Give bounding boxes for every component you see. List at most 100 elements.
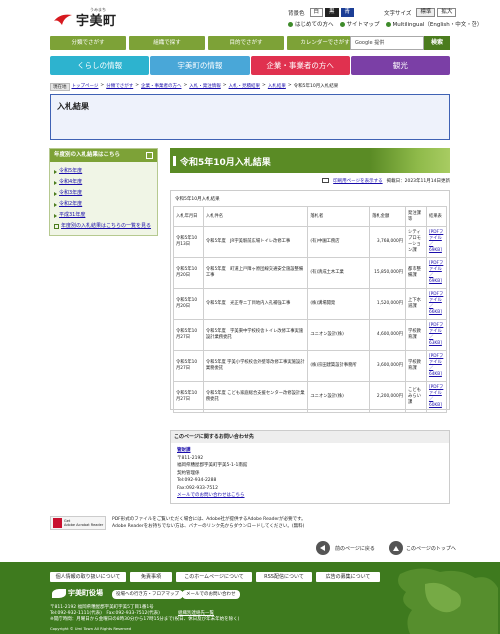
pdf-link[interactable]: [PDFファイル／69KB]	[425, 257, 448, 289]
cell-dept: 学校教育課	[405, 319, 427, 351]
footer-ad-button[interactable]: 広告の募集について	[316, 572, 380, 582]
sidebar-heading: 年度別の入札結果はこちら	[50, 149, 157, 162]
triangle-icon	[54, 180, 57, 185]
bg-white-button[interactable]: 白	[309, 8, 324, 17]
leaf-decoration	[370, 148, 450, 173]
site-header: 宇美町 うみまち 背景色 白 黒 青 文字サイズ 標準 拡大 はじめての方へ サ…	[0, 0, 500, 34]
cell-winner: (株)溝場開発	[307, 288, 371, 320]
breadcrumb-item[interactable]: トップページ	[72, 83, 99, 91]
cell-dept: こどもみらい課	[405, 381, 427, 413]
search-button[interactable]: 検索	[424, 36, 450, 50]
mail-contact-button[interactable]: メールでのお問い合わせ	[182, 590, 240, 599]
expand-icon[interactable]	[146, 152, 153, 159]
cell-amount: 4,600,000円	[369, 319, 407, 351]
cell-title: 令和5年度 光正寺ニ丁目地内入孔補強工事	[202, 288, 309, 320]
triangle-icon	[54, 191, 57, 196]
triangle-icon	[54, 202, 57, 207]
logo-kana: うみまち	[90, 7, 106, 12]
nav-tab-category[interactable]: 分類でさがす	[50, 36, 126, 50]
cell-title: 令和5年度 JR宇美駅前広場トイレ改修工事	[202, 226, 309, 258]
main-title: 令和5年10月入札結果	[180, 158, 271, 168]
cell-date: 令和5年10月20日	[173, 288, 204, 320]
cell-title: 令和5年度 町道上戸障ヶ原団線交通安全施設整備工事	[202, 257, 309, 289]
cell-winner: ユニオン設計(株)	[307, 319, 371, 351]
bg-blue-button[interactable]: 青	[340, 8, 355, 17]
pdf-link[interactable]: [PDFファイル／66KB]	[425, 288, 448, 320]
acrobat-note-line1: PDF形式のファイルをご覧いただく場合には、Adobe社が提供するAdobe R…	[112, 517, 306, 522]
bg-black-button[interactable]: 黒	[325, 8, 339, 17]
cell-winner: ユニオン設計(株)	[307, 381, 371, 413]
triangle-icon	[54, 169, 57, 174]
sidebar-item-h31[interactable]: 平成31年度	[54, 210, 153, 221]
access-map-button[interactable]: 役場への行き方・フロアマップ	[112, 590, 183, 599]
multilingual-link[interactable]: Multilingual（English・中文・한）	[385, 20, 482, 28]
cell-winner: (有)中園工務店	[307, 226, 371, 258]
breadcrumb-item[interactable]: 入札・見積結果	[229, 83, 261, 91]
cell-amount: 1,520,000円	[369, 288, 407, 320]
print-row: 印刷用ページを表示する 掲載日：2023年11月14日更新	[170, 178, 450, 184]
acrobat-icon	[53, 518, 62, 528]
col-date: 入札年月日	[173, 206, 204, 227]
back-link[interactable]: 前のページに戻る	[335, 545, 375, 552]
table-row: 令和5年10月27日 令和5年度 宇美東中学校校舎トイレ改修工事実施設計業務委託…	[173, 319, 448, 351]
sidebar-more-link[interactable]: 年度別の入札結果はこちらの一覧を見る	[54, 221, 153, 232]
pdf-link[interactable]: [PDFファイル／64KB]	[425, 350, 448, 382]
table-row: 令和5年10月27日 令和5年度 宇美小学校校舎外壁等改修工事実施設計業務委託 …	[173, 350, 448, 382]
header-links: はじめての方へ サイトマップ Multilingual（English・中文・한…	[288, 20, 482, 28]
up-arrow-icon[interactable]	[389, 541, 403, 555]
category-town-info[interactable]: 宇美町の情報	[150, 56, 250, 75]
text-size-normal-button[interactable]: 標準	[416, 8, 436, 17]
print-link[interactable]: 印刷用ページを表示する	[333, 178, 382, 184]
breadcrumb-item[interactable]: 企業・事業者の方へ	[141, 83, 182, 91]
inquiry-mail-link[interactable]: メールでのお問い合わせはこちら	[177, 492, 443, 500]
sidebar-item-r4[interactable]: 令和4年度	[54, 177, 153, 188]
first-visit-link[interactable]: はじめての方へ	[288, 20, 334, 28]
category-bar: くらしの情報 宇美町の情報 企業・事業者の方へ 観光	[50, 56, 450, 75]
sidebar-item-r3[interactable]: 令和3年度	[54, 188, 153, 199]
category-business[interactable]: 企業・事業者の方へ	[250, 56, 350, 75]
arrow-icon	[339, 21, 345, 27]
footer-rss-button[interactable]: RSS配信について	[256, 572, 312, 582]
breadcrumb-item[interactable]: 入札・発注情報	[189, 83, 221, 91]
footer-privacy-button[interactable]: 個人情報の取り扱いについて	[50, 572, 126, 582]
title-accent	[173, 156, 176, 166]
page-top-link[interactable]: このページのトップへ	[406, 545, 456, 552]
breadcrumb-item[interactable]: 入札結果	[268, 83, 286, 91]
footer-disclaimer-button[interactable]: 免責事項	[130, 572, 172, 582]
category-living[interactable]: くらしの情報	[50, 56, 150, 75]
cell-date: 令和5年10月13日	[173, 226, 204, 258]
site-logo[interactable]: 宇美町 うみまち	[52, 7, 117, 30]
back-arrow-icon[interactable]	[316, 541, 330, 555]
town-emblem-icon	[52, 588, 66, 598]
main-title-bar: 令和5年10月入札結果	[170, 148, 450, 173]
breadcrumb-here-label: 現在地	[50, 83, 70, 91]
cell-date: 令和5年10月27日	[173, 350, 204, 382]
cell-date: 令和5年10月27日	[173, 319, 204, 351]
category-tourism[interactable]: 観光	[350, 56, 450, 75]
sidebar-item-r5[interactable]: 令和5年度	[54, 166, 153, 177]
inquiry-dept-link[interactable]: 管財課	[177, 447, 443, 455]
acrobat-reader-banner[interactable]: Get Adobe Acrobat Reader	[50, 516, 106, 530]
cell-winner: (株)宗田建築設計事務所	[307, 350, 371, 382]
nav-tab-organization[interactable]: 組織で探す	[129, 36, 205, 50]
acrobat-note-line2: Adobe Readerをお持ちでない方は、バナーのリンク先からダウンロードして…	[112, 524, 305, 529]
nav-tab-purpose[interactable]: 目的でさがす	[208, 36, 284, 50]
cell-title: 令和5年度 こども家庭総合支援センター改修設計業務委託	[202, 381, 309, 413]
footer-about-button[interactable]: このホームページについて	[176, 572, 252, 582]
pdf-link[interactable]: [PDFファイル／69KB]	[425, 226, 448, 258]
inquiry-section: 契約管理係	[177, 470, 200, 476]
printer-icon	[322, 178, 330, 183]
breadcrumb-item[interactable]: 分類でさがす	[106, 83, 133, 91]
text-size-large-button[interactable]: 拡大	[437, 8, 457, 17]
inquiry-fax: Fax:092-933-7512	[177, 485, 218, 491]
cell-title: 令和5年度 宇美東中学校校舎トイレ改修工事実施設計業務委託	[202, 319, 309, 351]
page-heading-box: 入札結果	[50, 94, 450, 140]
search-input[interactable]: Google 提供	[350, 36, 424, 50]
cell-dept: シティプロモーション課	[405, 226, 427, 258]
pdf-link[interactable]: [PDFファイル／60KB]	[425, 381, 448, 413]
acrobat-badge-bottom: Adobe Acrobat Reader	[64, 523, 104, 527]
pdf-link[interactable]: [PDFファイル／63KB]	[425, 319, 448, 351]
sidebar-item-r2[interactable]: 令和2年度	[54, 199, 153, 210]
bg-color-switcher: 背景色 白 黒 青	[288, 8, 355, 17]
sitemap-link[interactable]: サイトマップ	[339, 20, 380, 28]
